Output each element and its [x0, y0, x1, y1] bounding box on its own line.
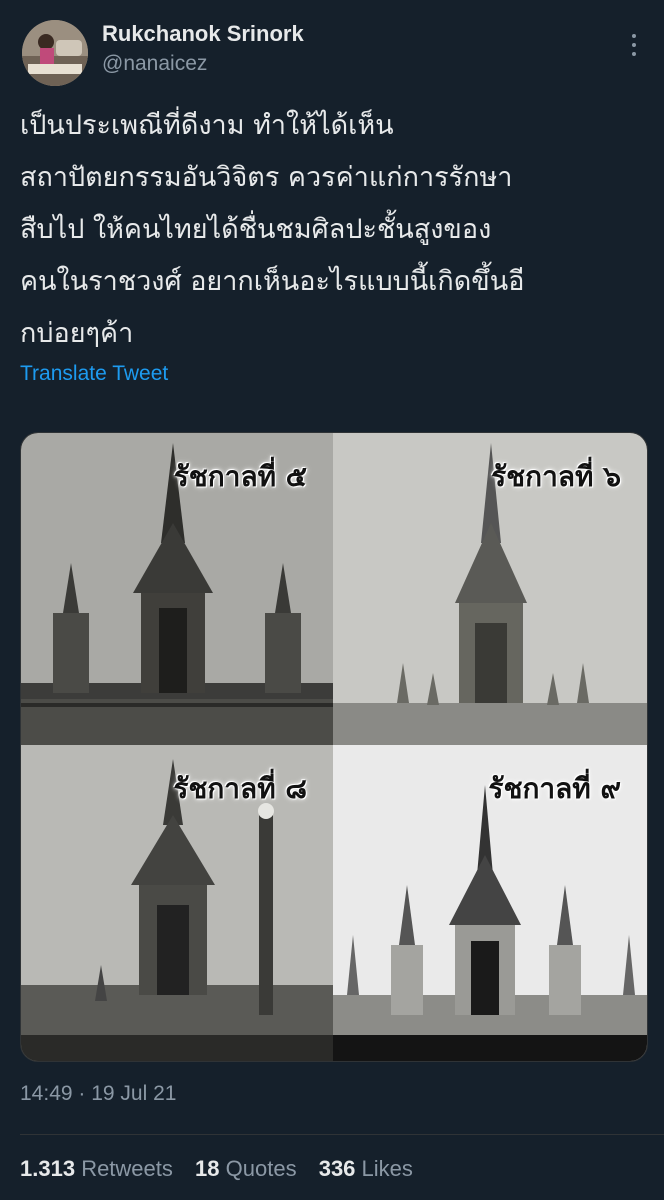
- quotes-label: Quotes: [225, 1156, 297, 1181]
- retweets-stat[interactable]: 1.313 Retweets: [20, 1156, 173, 1182]
- media-photo-1[interactable]: รัชกาลที่ ๕: [21, 433, 333, 745]
- reign-label-9: รัชกาลที่ ๙: [488, 772, 621, 805]
- tweet-stats: 1.313 Retweets 18 Quotes 336 Likes: [20, 1156, 429, 1182]
- author-info[interactable]: Rukchanok Srinork @nanaicez: [102, 20, 304, 78]
- reign-label-5: รัชกาลที่ ๕: [173, 460, 307, 493]
- quotes-count: 18: [195, 1156, 220, 1181]
- translate-tweet-link[interactable]: Translate Tweet: [20, 362, 168, 386]
- likes-label: Likes: [361, 1156, 413, 1181]
- avatar-image: [22, 20, 88, 86]
- author-display-name[interactable]: Rukchanok Srinork: [102, 20, 304, 48]
- retweets-label: Retweets: [81, 1156, 173, 1181]
- reign-label-8: รัชกาลที่ ๘: [173, 772, 307, 805]
- quotes-stat[interactable]: 18 Quotes: [195, 1156, 297, 1182]
- likes-count: 336: [318, 1156, 356, 1181]
- likes-stat[interactable]: 336 Likes: [319, 1156, 413, 1182]
- reign-label-6: รัชกาลที่ ๖: [491, 460, 621, 493]
- tweet-media-grid[interactable]: รัชกาลที่ ๕ รัชกาลที่ ๖ รัชกาลที่ ๘ รัชก…: [20, 432, 648, 1062]
- author-avatar[interactable]: [22, 20, 88, 86]
- stats-divider: [20, 1134, 664, 1135]
- media-photo-2[interactable]: รัชกาลที่ ๖: [333, 433, 647, 745]
- media-photo-4[interactable]: รัชกาลที่ ๙: [333, 745, 647, 1061]
- author-handle[interactable]: @nanaicez: [102, 50, 304, 78]
- media-photo-3[interactable]: รัชกาลที่ ๘: [21, 745, 333, 1061]
- retweets-count: 1.313: [20, 1156, 76, 1181]
- more-dots-icon[interactable]: [626, 34, 642, 60]
- tweet-timestamp[interactable]: 14:49 · 19 Jul 21: [20, 1082, 176, 1106]
- tweet-text: เป็นประเพณีที่ดีงาม ทำให้ได้เห็น สถาปัตย…: [20, 110, 525, 349]
